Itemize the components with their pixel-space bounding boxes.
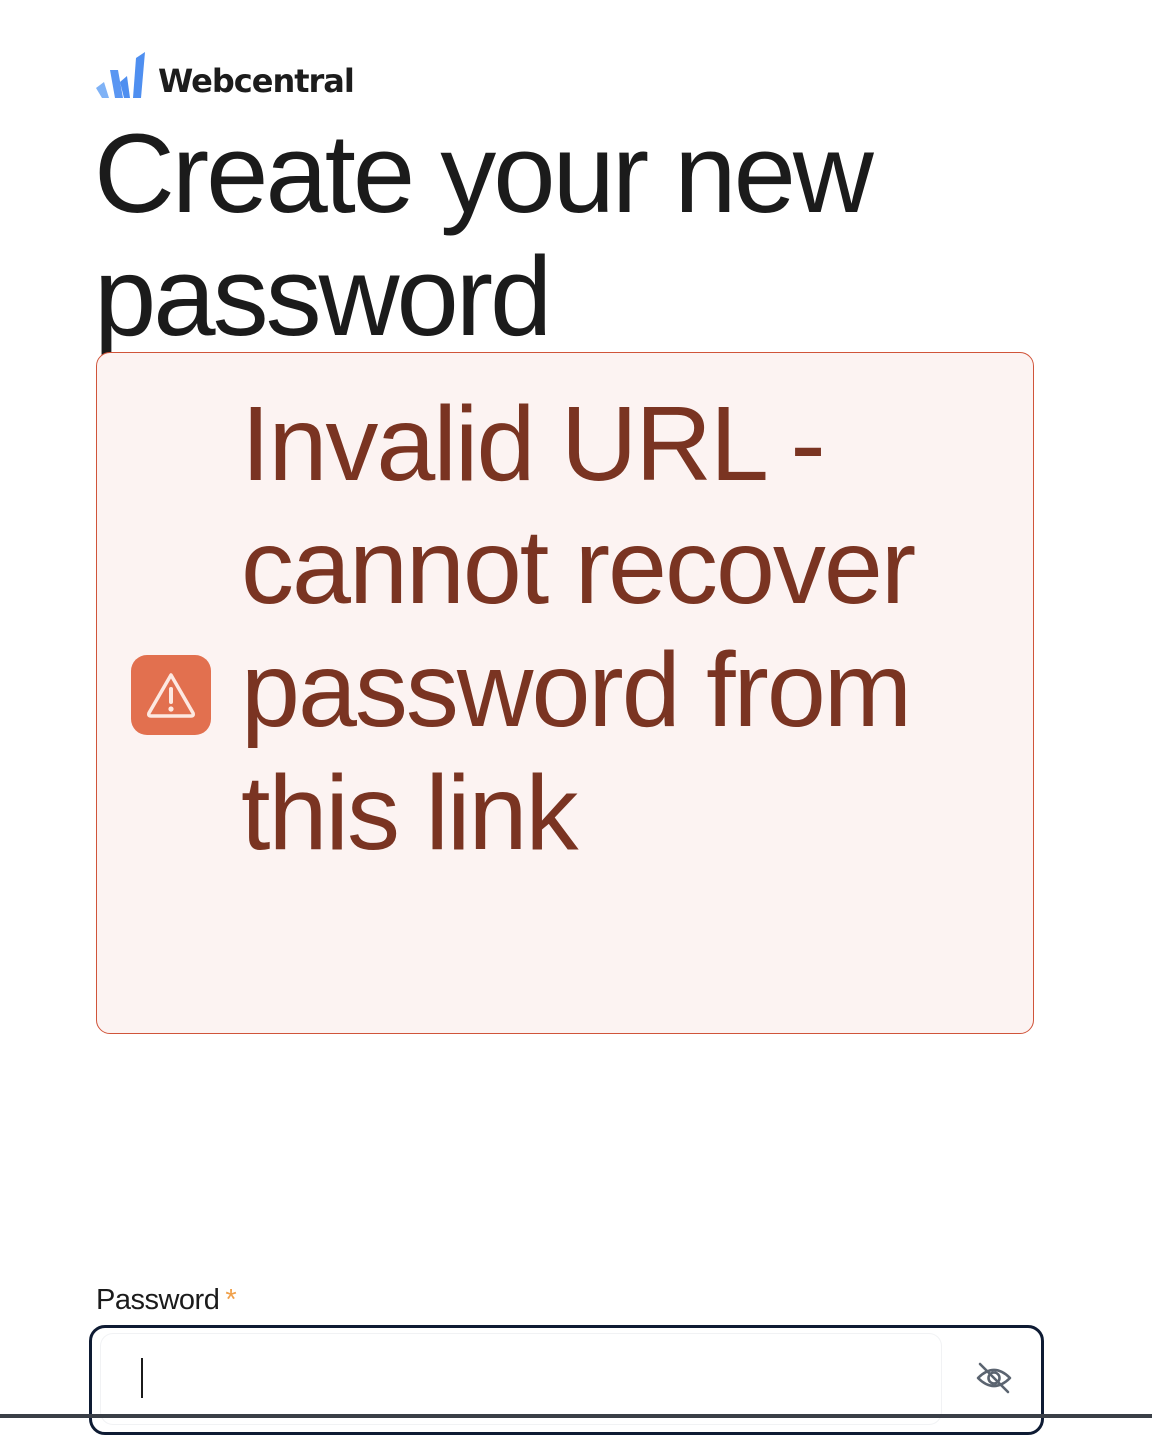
toggle-password-visibility-button[interactable] [972,1356,1016,1400]
required-marker: * [225,1284,237,1316]
webcentral-logo-icon [96,52,145,98]
alert-message: Invalid URL - cannot recover password fr… [241,385,916,872]
warning-triangle-icon [131,655,211,735]
password-field [89,1325,1044,1435]
password-label-text: Password [96,1284,220,1316]
brand-logo[interactable]: Webcentral [96,50,355,100]
text-caret [141,1358,143,1398]
password-input[interactable] [131,1348,915,1400]
error-alert: Invalid URL - cannot recover password fr… [96,352,1034,1034]
password-input-container[interactable] [101,1334,941,1424]
eye-off-icon [976,1362,1012,1394]
password-label: Password * [96,1282,237,1318]
window-bottom-edge [0,1414,1152,1418]
brand-name: Webcentral [158,62,355,100]
page-title: Create your new password [94,111,874,359]
